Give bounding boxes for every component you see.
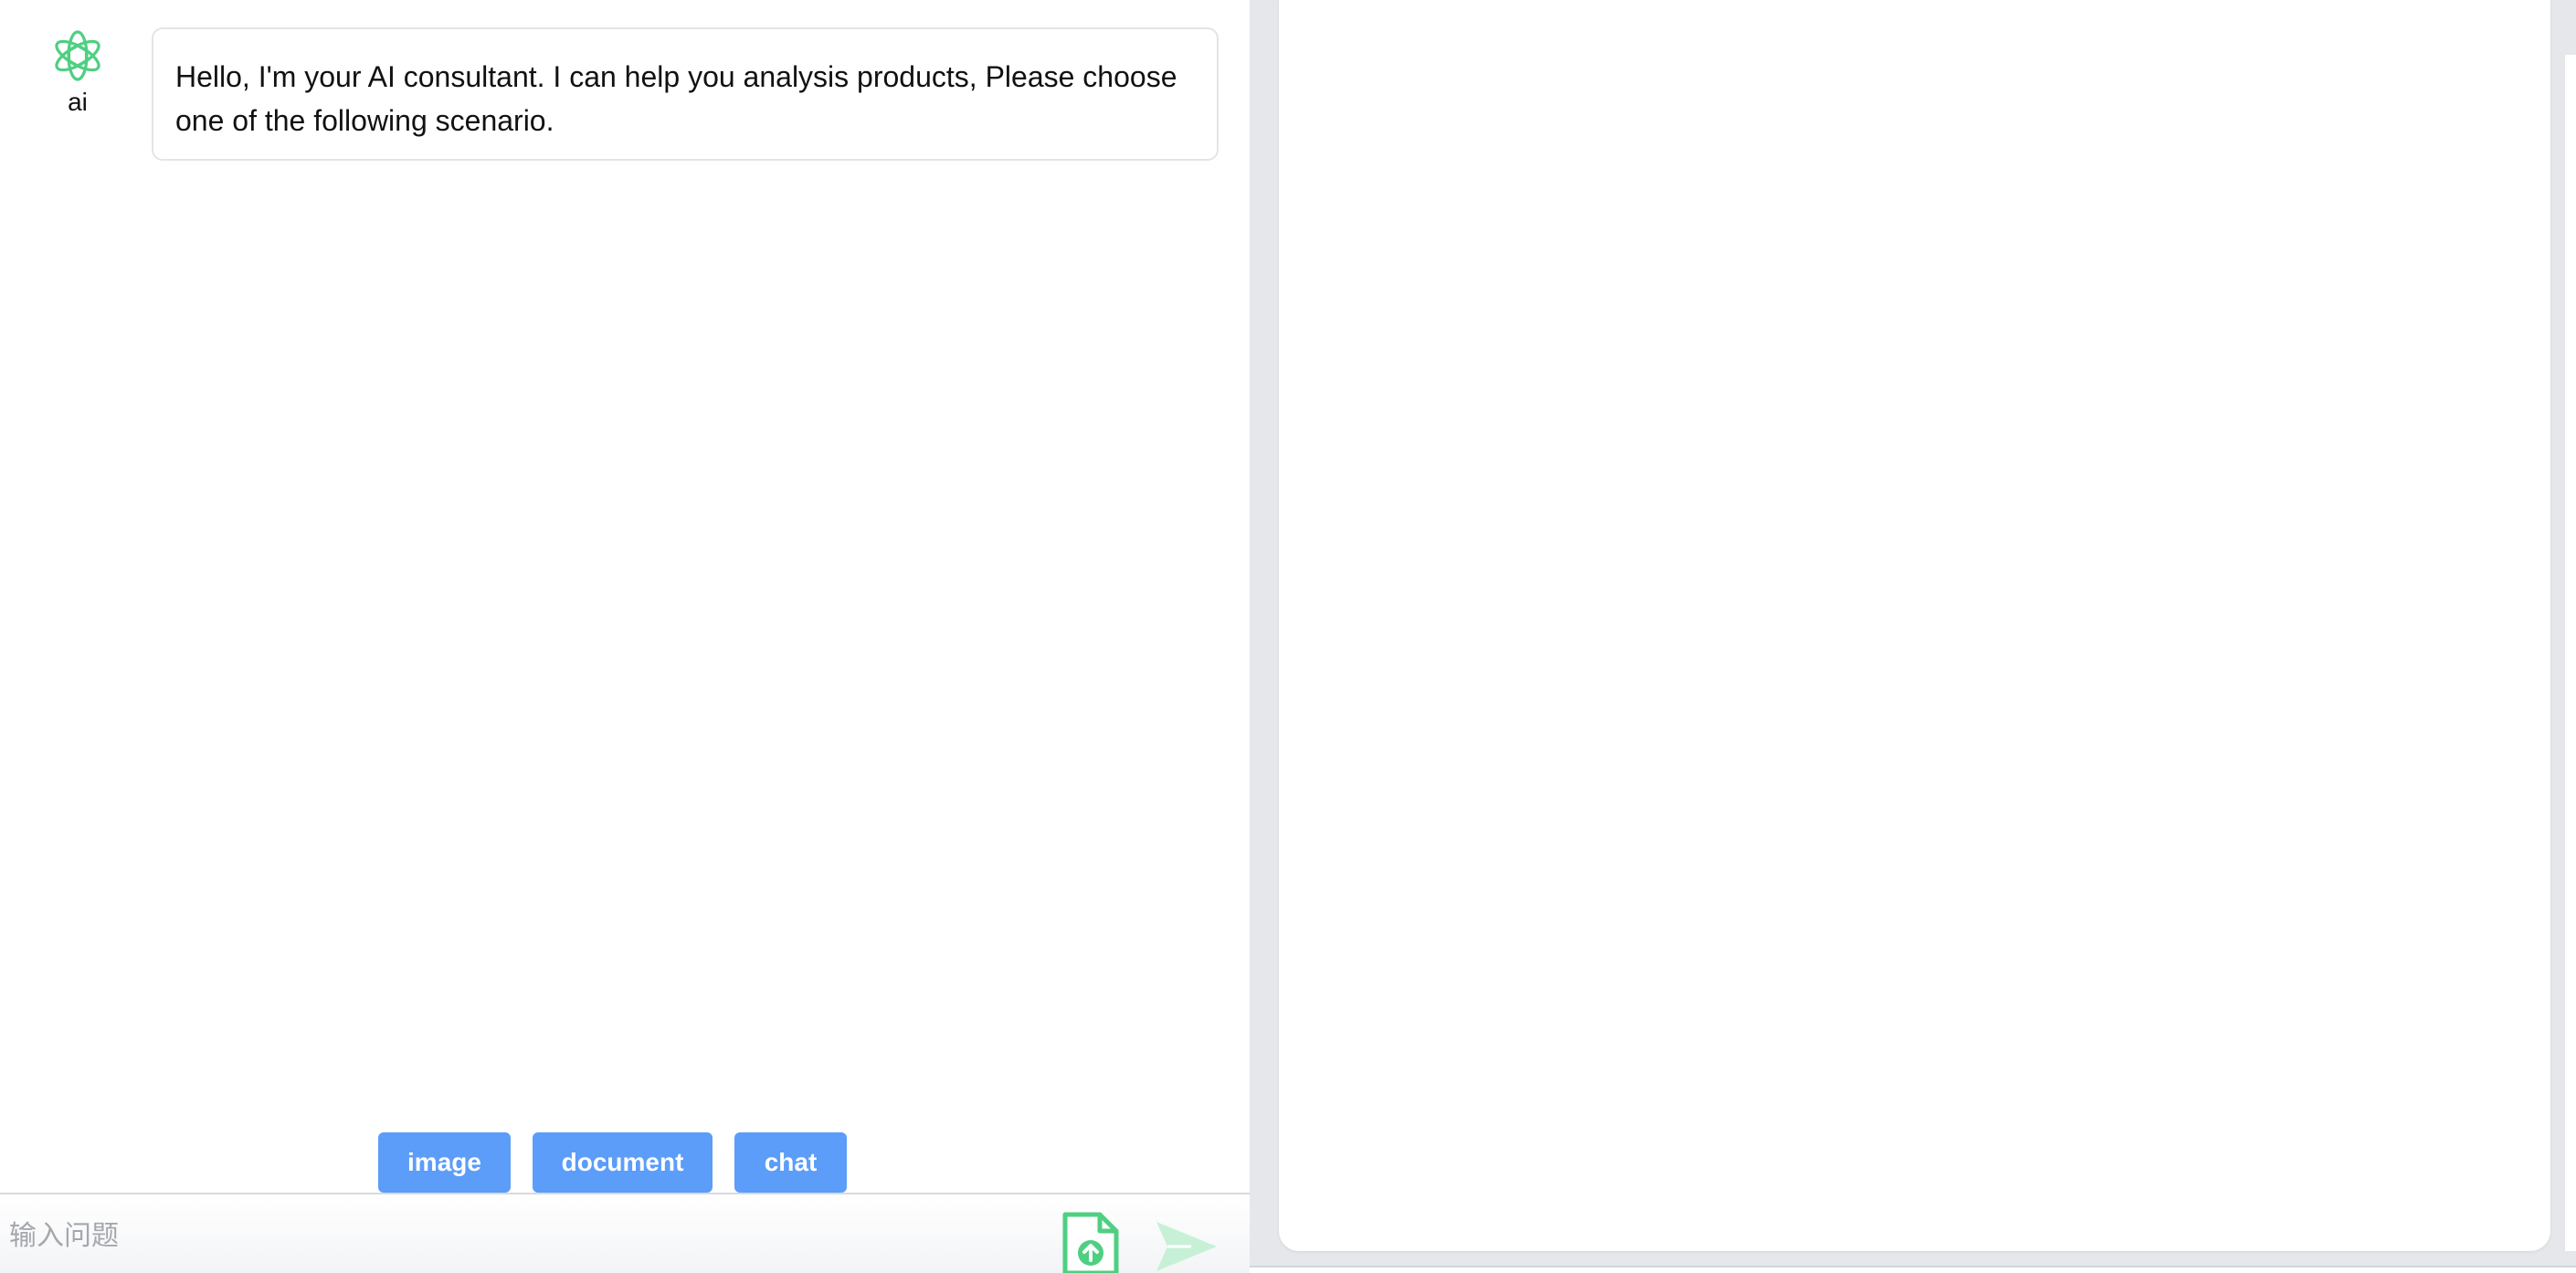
preview-panel-footer — [1250, 1266, 2576, 1273]
app-window: ai Hello, I'm your AI consultant. I can … — [0, 0, 2576, 1273]
avatar-label: ai — [68, 88, 88, 116]
image-scenario-button[interactable]: image — [378, 1132, 511, 1193]
preview-panel — [1279, 0, 2550, 1251]
file-upload-icon[interactable] — [1060, 1211, 1122, 1273]
message-bubble: Hello, I'm your AI consultant. I can hel… — [152, 27, 1219, 161]
input-bar — [0, 1193, 1250, 1273]
document-scenario-button[interactable]: document — [533, 1132, 713, 1193]
scrollbar[interactable] — [2563, 55, 2576, 1251]
chat-scenario-button[interactable]: chat — [734, 1132, 847, 1193]
scenario-options: image document chat — [0, 1132, 1250, 1193]
chat-pane: ai Hello, I'm your AI consultant. I can … — [0, 0, 1250, 1273]
send-icon[interactable] — [1155, 1218, 1219, 1273]
question-input[interactable] — [7, 1209, 1016, 1262]
openai-logo-icon — [48, 26, 108, 91]
